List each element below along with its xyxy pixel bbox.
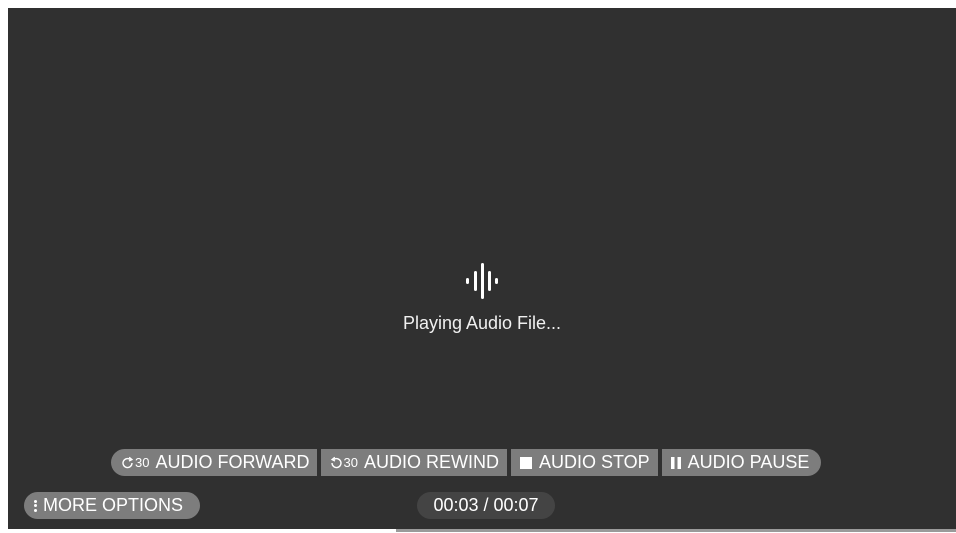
rewind-30-text: 30 (343, 455, 358, 470)
audio-stop-button[interactable]: AUDIO STOP (510, 449, 658, 476)
audio-pause-label: AUDIO PAUSE (687, 452, 810, 472)
audio-rewind-label: AUDIO REWIND (363, 452, 499, 472)
audio-stop-label: AUDIO STOP (538, 452, 650, 472)
more-options-button[interactable]: MORE OPTIONS (24, 492, 200, 519)
rewind-30-icon: 30 (329, 455, 358, 470)
audio-wave-icon (466, 263, 498, 299)
stop-icon (519, 456, 533, 470)
playback-status-text: Playing Audio File... (402, 313, 562, 333)
audio-forward-label: AUDIO FORWARD (155, 452, 310, 472)
forward-30-icon: 30 (121, 455, 149, 470)
audio-rewind-button[interactable]: 30 AUDIO REWIND (321, 449, 507, 476)
progress-track[interactable] (396, 529, 956, 532)
audio-forward-button[interactable]: 30 AUDIO FORWARD (111, 449, 318, 476)
more-options-label: MORE OPTIONS (43, 495, 184, 515)
pause-icon (670, 456, 682, 470)
playback-time-text: 00:03 / 00:07 (433, 495, 539, 515)
more-vert-icon (34, 499, 37, 512)
forward-30-text: 30 (135, 455, 150, 470)
audio-pause-button[interactable]: AUDIO PAUSE (661, 449, 822, 476)
playback-time: 00:03 / 00:07 (417, 492, 555, 519)
audio-controls-bar: 30 AUDIO FORWARD 30 AUDIO REWIND AUDIO S… (111, 449, 822, 476)
playback-status: Playing Audio File... (8, 260, 956, 334)
